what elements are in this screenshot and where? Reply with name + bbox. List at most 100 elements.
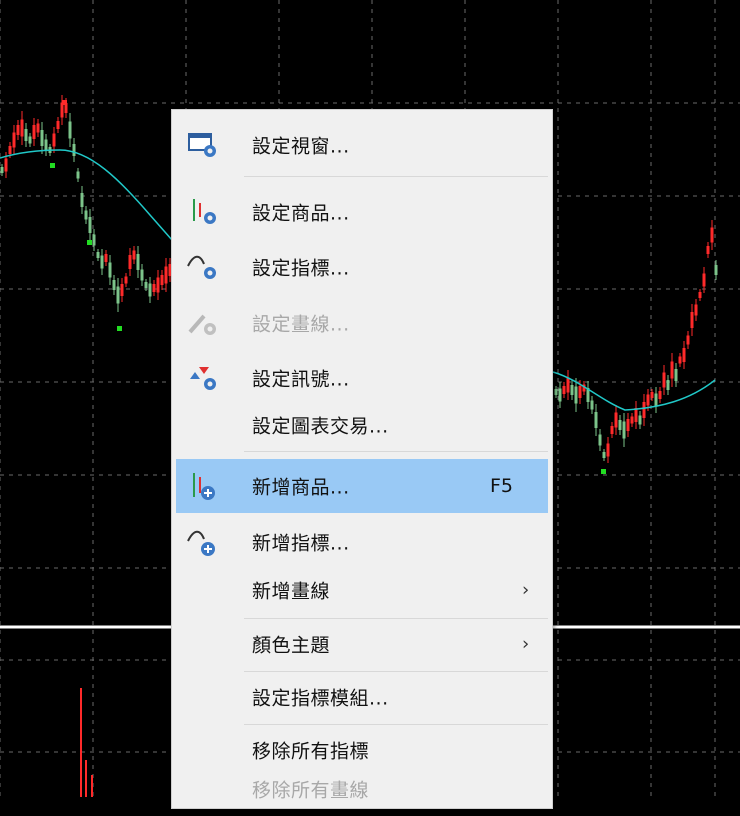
candle-body bbox=[160, 275, 164, 285]
candle-body bbox=[76, 171, 80, 179]
menu-item-remove-all-drawings[interactable]: 移除所有畫線 bbox=[176, 762, 548, 816]
candle-body bbox=[112, 280, 116, 290]
candle-body bbox=[132, 250, 136, 260]
menu-item-signal-settings[interactable]: 設定訊號... bbox=[176, 351, 548, 405]
candle-body bbox=[56, 121, 60, 129]
candle-body bbox=[590, 400, 594, 410]
candle-body bbox=[610, 426, 614, 434]
menu-item-label: 移除所有指標 bbox=[252, 740, 370, 763]
candle-body bbox=[120, 284, 124, 296]
candle-body bbox=[670, 361, 674, 379]
candle-body bbox=[634, 408, 638, 422]
candle-body bbox=[598, 434, 602, 446]
candle-body bbox=[686, 335, 690, 345]
indicator-settings-icon bbox=[186, 252, 220, 282]
candle-body bbox=[654, 393, 658, 407]
menu-item-label: 新增指標... bbox=[252, 532, 350, 555]
candle-body bbox=[152, 284, 156, 292]
candle-body bbox=[706, 246, 710, 254]
menu-item-indicator-settings[interactable]: 設定指標... bbox=[176, 240, 548, 294]
candle-body bbox=[630, 416, 634, 424]
candle-body bbox=[566, 377, 570, 393]
menu-item-add-drawing[interactable]: 新增畫線 › bbox=[176, 563, 548, 617]
menu-item-color-theme[interactable]: 顏色主題 › bbox=[176, 617, 548, 671]
candle-body bbox=[116, 286, 120, 304]
menu-item-shortcut: F5 bbox=[490, 475, 514, 497]
menu-separator bbox=[244, 451, 548, 452]
candle-body bbox=[92, 234, 96, 246]
candle-body bbox=[32, 125, 36, 139]
candle-body bbox=[710, 227, 714, 243]
candle-body bbox=[658, 391, 662, 399]
chevron-right-icon: › bbox=[522, 579, 530, 601]
candle-body bbox=[84, 210, 88, 220]
menu-item-label: 顏色主題 bbox=[252, 634, 331, 657]
menu-item-drawing-settings[interactable]: 設定畫線... bbox=[176, 296, 548, 350]
candle-body bbox=[674, 369, 678, 381]
candle-body bbox=[68, 121, 72, 139]
add-indicator-icon bbox=[186, 527, 220, 557]
candle-body bbox=[626, 419, 630, 431]
candle-body bbox=[136, 254, 140, 270]
candle-body bbox=[16, 125, 20, 135]
candle-body bbox=[140, 269, 144, 281]
candle-body bbox=[144, 282, 148, 288]
candle-body bbox=[650, 392, 654, 398]
candle-body bbox=[698, 292, 702, 298]
menu-item-label: 設定指標模組... bbox=[252, 687, 389, 710]
candle-body bbox=[694, 304, 698, 316]
candle-body bbox=[28, 136, 32, 144]
chevron-right-icon: › bbox=[522, 633, 530, 655]
volume-bars bbox=[80, 688, 93, 797]
candle-body bbox=[682, 348, 686, 362]
menu-item-chart-trading-settings[interactable]: 設定圖表交易... bbox=[176, 398, 548, 452]
menu-item-window-settings[interactable]: 設定視窗... bbox=[176, 118, 548, 172]
menu-item-indicator-module-settings[interactable]: 設定指標模組... bbox=[176, 670, 548, 724]
candle-body bbox=[570, 385, 574, 395]
menu-item-label: 設定指標... bbox=[252, 257, 350, 280]
moving-average-line bbox=[0, 149, 173, 241]
candle-body bbox=[642, 402, 646, 418]
candle-body bbox=[678, 356, 682, 364]
candle-body bbox=[602, 452, 606, 458]
candle-body bbox=[128, 255, 132, 269]
candle-body bbox=[80, 193, 84, 207]
candle-body bbox=[108, 262, 112, 278]
menu-item-add-symbol[interactable]: 新增商品... F5 bbox=[176, 459, 548, 513]
candle-body bbox=[574, 386, 578, 404]
candle-body bbox=[622, 421, 626, 439]
symbol-settings-icon bbox=[186, 197, 220, 227]
candle-body bbox=[72, 144, 76, 156]
candle-body bbox=[614, 412, 618, 428]
candle-body bbox=[88, 217, 92, 233]
candle-body bbox=[558, 388, 562, 402]
candle-body bbox=[666, 380, 670, 390]
candle-body bbox=[714, 265, 718, 275]
candle-body bbox=[148, 283, 152, 297]
window-settings-icon bbox=[186, 130, 220, 160]
menu-item-label: 設定視窗... bbox=[252, 135, 350, 158]
candle-body bbox=[578, 386, 582, 398]
candle-body bbox=[12, 132, 16, 148]
chart-context-menu: 設定視窗... 設定商品... 設定指標... 設定畫線... 設定訊號... … bbox=[171, 109, 553, 809]
candle-body bbox=[690, 312, 694, 328]
candle-body bbox=[662, 372, 666, 388]
candle-body bbox=[36, 123, 40, 133]
candle-body bbox=[96, 252, 100, 258]
candle-body bbox=[40, 130, 44, 146]
menu-item-label: 新增商品... bbox=[252, 476, 350, 499]
menu-item-symbol-settings[interactable]: 設定商品... bbox=[176, 185, 548, 239]
candle-body bbox=[104, 254, 108, 262]
candle-body bbox=[100, 255, 104, 269]
menu-item-label: 移除所有畫線 bbox=[252, 779, 370, 802]
candle-body bbox=[52, 133, 56, 147]
candle-body bbox=[606, 443, 610, 457]
menu-item-add-indicator[interactable]: 新增指標... bbox=[176, 515, 548, 569]
candle-body bbox=[8, 146, 12, 154]
candle-body bbox=[562, 386, 566, 394]
candle-body bbox=[164, 266, 168, 284]
candle-body bbox=[646, 394, 650, 406]
menu-separator bbox=[244, 176, 548, 177]
candle-body bbox=[156, 277, 160, 293]
candle-body bbox=[702, 273, 706, 287]
